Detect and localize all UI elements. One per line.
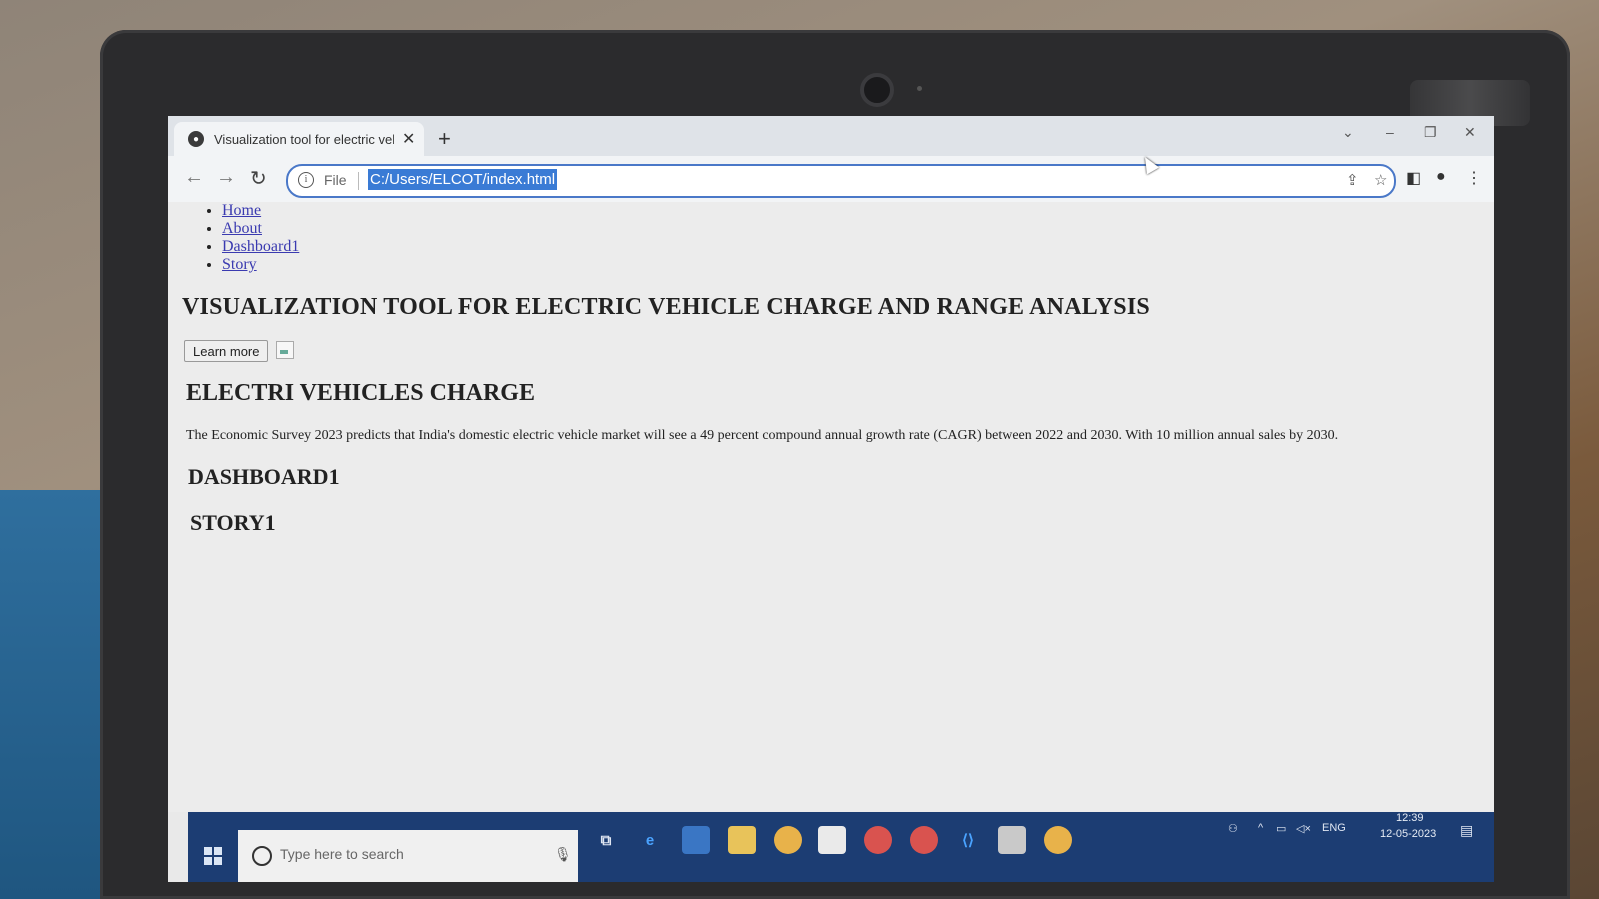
forward-arrow-icon[interactable]: → [216,166,236,189]
profile-icon[interactable]: ● [1436,168,1446,186]
section-dashboard-title: DASHBOARD1 [188,464,340,489]
vscode-icon[interactable]: ⟨⟩ [954,826,982,854]
nav-link-dashboard1[interactable]: Dashboard1 [222,238,299,255]
nav-link-home[interactable]: Home [222,202,261,219]
menu-kebab-icon[interactable]: ⋮ [1466,168,1482,188]
back-arrow-icon[interactable]: ← [184,166,204,189]
document-app-icon[interactable] [818,826,846,854]
clock-date[interactable]: 12-05-2023 [1380,828,1436,840]
nav-link-about[interactable]: About [222,220,262,237]
section-story-title: STORY1 [190,510,276,535]
nav-item-dashboard: Dashboard1 [222,238,299,256]
store-icon[interactable] [682,826,710,854]
microphone-icon[interactable]: 🎙 [554,846,572,863]
chrome-active-icon[interactable] [1044,826,1072,854]
tab-search-chevron-icon[interactable]: ⌄ [1342,124,1354,141]
nav-item-about: About [222,220,299,238]
bookmark-star-icon[interactable]: ☆ [1374,171,1387,189]
nav-list: Home About Dashboard1 Story [202,202,299,274]
learn-more-button[interactable]: Learn more [184,340,269,362]
chrome-profile-icon[interactable] [864,826,892,854]
cortana-icon [252,846,272,866]
chrome-window-icon[interactable] [910,826,938,854]
share-icon[interactable]: ⇪ [1346,171,1359,189]
clock-time[interactable]: 12:39 [1396,812,1424,824]
webcam [860,73,894,107]
minimize-icon[interactable]: – [1386,124,1394,140]
edge-icon[interactable]: e [636,826,664,854]
tray-chevron-icon[interactable]: ^ [1258,822,1263,834]
restore-icon[interactable]: ❐ [1424,124,1437,141]
app-window-icon[interactable] [998,826,1026,854]
section-charge-text: The Economic Survey 2023 predicts that I… [186,428,1339,443]
chrome-icon[interactable] [774,826,802,854]
task-view-icon[interactable]: ⧉ [592,826,620,854]
broken-image-icon [276,341,294,359]
language-indicator[interactable]: ENG [1322,822,1346,834]
side-panel-icon[interactable]: ◧ [1406,168,1421,188]
browser-tab-bar: ● Visualization tool for electric veh ✕ … [168,116,1494,156]
file-explorer-icon[interactable] [728,826,756,854]
close-window-icon[interactable]: ✕ [1464,124,1476,141]
windows-taskbar: Type here to search 🎙 ⧉ e ⟨⟩ ⚇ ^ ▭ ◁× EN… [188,812,1494,882]
browser-tab[interactable]: ● Visualization tool for electric veh ✕ [174,122,424,156]
people-icon[interactable]: ⚇ [1228,822,1238,835]
network-icon[interactable]: ▭ [1276,822,1286,835]
laptop-screen: ● Visualization tool for electric veh ✕ … [168,116,1494,882]
address-bar[interactable]: i File C:/Users/ELCOT/index.html ⇪ ☆ [286,164,1396,198]
info-icon[interactable]: i [298,172,314,188]
webcam-led [917,86,922,91]
nav-item-home: Home [222,202,299,220]
address-divider [358,172,359,190]
windows-logo-icon [204,847,222,865]
address-scheme: File [324,172,347,188]
new-tab-icon[interactable]: + [438,126,451,152]
globe-icon: ● [188,131,204,147]
start-button[interactable] [188,830,238,882]
tab-title: Visualization tool for electric veh [214,131,394,147]
web-page: Home About Dashboard1 Story VISUALIZATIO… [168,202,1494,812]
taskbar-search-placeholder: Type here to search [280,846,404,862]
nav-item-story: Story [222,256,299,274]
section-charge-title: ELECTRI VEHICLES CHARGE [186,380,535,406]
page-title: VISUALIZATION TOOL FOR ELECTRIC VEHICLE … [182,294,1150,320]
close-tab-icon[interactable]: ✕ [402,129,415,149]
address-url[interactable]: C:/Users/ELCOT/index.html [368,169,558,190]
browser-toolbar: ← → ↻ i File C:/Users/ELCOT/index.html ⇪… [168,156,1494,203]
volume-icon[interactable]: ◁× [1296,822,1311,835]
reload-icon[interactable]: ↻ [250,166,267,191]
notification-icon[interactable]: ▤ [1460,822,1473,839]
nav-link-story[interactable]: Story [222,256,257,273]
taskbar-search-box[interactable]: Type here to search 🎙 [238,830,578,882]
